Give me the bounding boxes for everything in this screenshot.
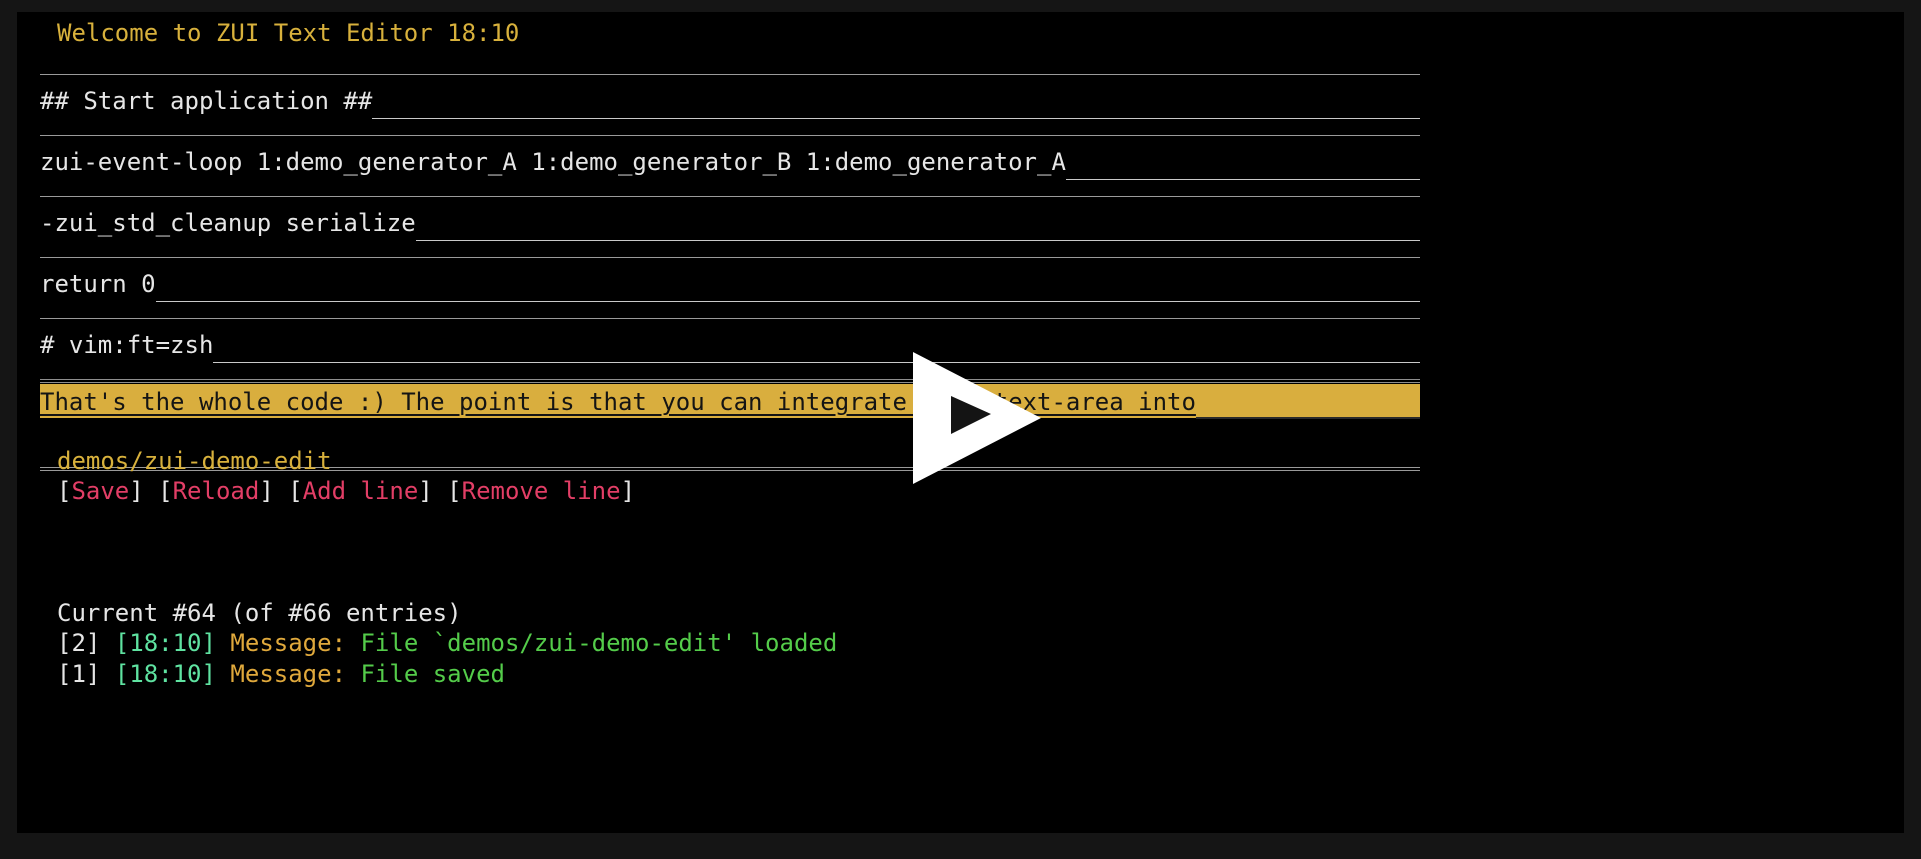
line-fill-underline bbox=[1195, 417, 1420, 419]
save-button[interactable]: Save bbox=[71, 477, 129, 505]
bracket-open: [ bbox=[158, 477, 173, 505]
text-area-line[interactable]: # vim:ft=zsh bbox=[40, 308, 1420, 369]
line-text: # vim:ft=zsh bbox=[40, 329, 1420, 363]
screenshot-stage: Welcome to ZUI Text Editor 18:10 ## Star… bbox=[0, 0, 1921, 859]
line-text-content: zui-event-loop 1:demo_generator_A 1:demo… bbox=[40, 148, 1066, 176]
line-fill-underline bbox=[155, 301, 1420, 302]
action-button-row: [Save] [Reload] [Add line] [Remove line] bbox=[57, 476, 635, 506]
log-space bbox=[346, 629, 360, 657]
line-separator-rule bbox=[40, 135, 1420, 136]
text-area-line[interactable]: -zui_std_cleanup serialize bbox=[40, 186, 1420, 247]
bracket-close: ] bbox=[418, 477, 433, 505]
line-text: zui-event-loop 1:demo_generator_A 1:demo… bbox=[40, 146, 1420, 180]
line-fill-underline bbox=[213, 362, 1420, 363]
line-text-content: # vim:ft=zsh bbox=[40, 331, 214, 359]
bracket-open: [ bbox=[447, 477, 462, 505]
log-entry-timestamp: [18:10] bbox=[114, 660, 216, 688]
reload-button[interactable]: Reload bbox=[173, 477, 260, 505]
text-area-line[interactable]: return 0 bbox=[40, 247, 1420, 308]
log-entry-message: File `demos/zui-demo-edit' loaded bbox=[360, 629, 838, 657]
line-fill-underline bbox=[372, 118, 1420, 119]
bracket-open: [ bbox=[288, 477, 303, 505]
button-separator bbox=[274, 477, 288, 505]
bracket-close: ] bbox=[259, 477, 274, 505]
text-area-widget[interactable]: ## Start application ## zui-event-loop 1:… bbox=[40, 64, 1420, 430]
log-space bbox=[216, 629, 230, 657]
line-text-content: ## Start application ## bbox=[40, 87, 373, 115]
line-text-content: -zui_std_cleanup serialize bbox=[40, 209, 416, 237]
line-text-content: return 0 bbox=[40, 270, 156, 298]
line-separator-rule bbox=[40, 318, 1420, 319]
log-entry-kind: Message: bbox=[230, 629, 347, 657]
log-space bbox=[100, 629, 114, 657]
line-fill-underline bbox=[1065, 179, 1420, 180]
log-entry-message: File saved bbox=[360, 660, 505, 688]
log-entry-index: [1] bbox=[57, 660, 101, 688]
log-entry: [1] [18:10] Message: File saved bbox=[57, 659, 505, 689]
remove-line-button[interactable]: Remove line bbox=[462, 477, 621, 505]
text-area-line[interactable]: ## Start application ## bbox=[40, 64, 1420, 125]
line-text: return 0 bbox=[40, 268, 1420, 302]
bracket-close: ] bbox=[129, 477, 144, 505]
line-fill-underline bbox=[415, 240, 1420, 241]
line-separator-rule bbox=[40, 74, 1420, 75]
line-text: -zui_std_cleanup serialize bbox=[40, 207, 1420, 241]
status-line: Current #64 (of #66 entries) bbox=[57, 599, 462, 627]
play-triangle-icon bbox=[913, 352, 1041, 484]
log-entry: [2] [18:10] Message: File `demos/zui-dem… bbox=[57, 628, 837, 658]
line-separator-rule bbox=[40, 379, 1420, 383]
play-button-overlay[interactable] bbox=[905, 348, 1045, 488]
add-line-button[interactable]: Add line bbox=[303, 477, 419, 505]
bracket-open: [ bbox=[57, 477, 72, 505]
text-area-line-selected[interactable]: That's the whole code :) The point is th… bbox=[40, 369, 1420, 430]
line-text: ## Start application ## bbox=[40, 85, 1420, 119]
log-entry-kind: Message: bbox=[230, 660, 347, 688]
line-separator-rule bbox=[40, 257, 1420, 258]
log-space bbox=[216, 660, 230, 688]
line-separator-rule bbox=[40, 196, 1420, 197]
log-entry-index: [2] bbox=[57, 629, 101, 657]
button-separator bbox=[433, 477, 447, 505]
button-separator bbox=[144, 477, 158, 505]
page-title: Welcome to ZUI Text Editor 18:10 bbox=[57, 19, 520, 47]
file-path-label: demos/zui-demo-edit bbox=[57, 447, 332, 475]
log-entry-timestamp: [18:10] bbox=[114, 629, 216, 657]
log-space bbox=[100, 660, 114, 688]
text-area-line[interactable]: zui-event-loop 1:demo_generator_A 1:demo… bbox=[40, 125, 1420, 186]
log-space bbox=[346, 660, 360, 688]
bracket-close: ] bbox=[620, 477, 636, 505]
line-text: That's the whole code :) The point is th… bbox=[40, 386, 1420, 419]
